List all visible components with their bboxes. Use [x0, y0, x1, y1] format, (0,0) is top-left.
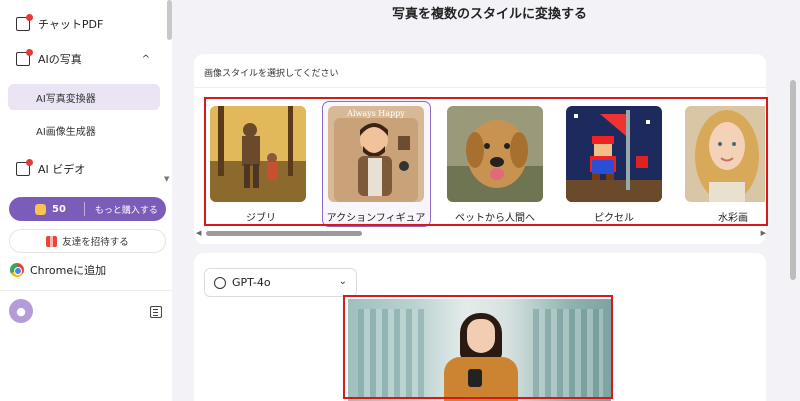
sidebar-item-ai-photo-converter[interactable]: AI写真変換器 [8, 84, 160, 110]
chevron-down-icon: ⌄ [338, 276, 347, 287]
sidebar-item-label: AIの写真 [38, 53, 82, 66]
model-select[interactable]: GPT-4o ⌄ [204, 268, 357, 297]
invite-label: 友達を招待する [62, 237, 129, 248]
sidebar-item-ai-image-generator[interactable]: AI画像生成器 [8, 117, 160, 143]
buy-more-label: もっと購入する [94, 205, 158, 216]
sidebar-item-label: AI ビデオ [38, 163, 86, 176]
scroll-down-arrow-icon[interactable]: ▼ [164, 175, 169, 183]
divider [0, 290, 172, 291]
pdf-icon [16, 14, 33, 31]
add-to-chrome-link[interactable]: Chromeに追加 [10, 262, 106, 278]
scroll-left-arrow-icon[interactable]: ◀ [196, 229, 201, 237]
sidebar-scrollbar[interactable] [167, 0, 172, 40]
video-icon [16, 159, 33, 176]
sidebar-item-label: チャットPDF [38, 18, 104, 31]
highlight-box-photo [343, 295, 613, 399]
add-to-chrome-label: Chromeに追加 [30, 264, 107, 277]
sidebar-item-label: AI画像生成器 [36, 126, 96, 138]
coin-icon [35, 203, 46, 215]
invite-friends-button[interactable]: 友達を招待する [9, 229, 166, 253]
page-title: 写真を複数のスタイルに変換する [392, 7, 588, 22]
sidebar-item-chat-pdf[interactable]: チャットPDF [8, 10, 160, 38]
style-horizontal-scrollbar[interactable]: ◀ ▶ [196, 229, 766, 237]
scroll-right-arrow-icon[interactable]: ▶ [761, 229, 766, 237]
sidebar-item-ai-video[interactable]: AI ビデオ [8, 155, 160, 183]
scrollbar-thumb[interactable] [206, 231, 362, 236]
credits-button[interactable]: 50 もっと購入する [9, 197, 166, 221]
page-scrollbar[interactable] [790, 80, 796, 280]
avatar[interactable]: ● [9, 299, 33, 323]
image-icon [16, 49, 33, 66]
highlight-box-styles [204, 97, 768, 226]
openai-icon [214, 276, 226, 289]
sidebar-item-ai-photo[interactable]: AIの写真 ^ [8, 45, 160, 73]
sidebar-item-label: AI写真変換器 [36, 93, 96, 105]
history-list-icon[interactable] [150, 306, 162, 318]
user-icon: ● [16, 304, 26, 318]
chrome-icon [10, 263, 24, 277]
credit-count: 50 [52, 203, 66, 215]
sidebar: チャットPDF AIの写真 ^ AI写真変換器 AI画像生成器 AI ビデオ ▼… [0, 0, 172, 401]
gift-icon [46, 235, 58, 247]
chevron-up-icon[interactable]: ^ [142, 54, 150, 65]
model-selected-label: GPT-4o [232, 276, 271, 289]
style-section-heading: 画像スタイルを選択してください [204, 69, 339, 79]
